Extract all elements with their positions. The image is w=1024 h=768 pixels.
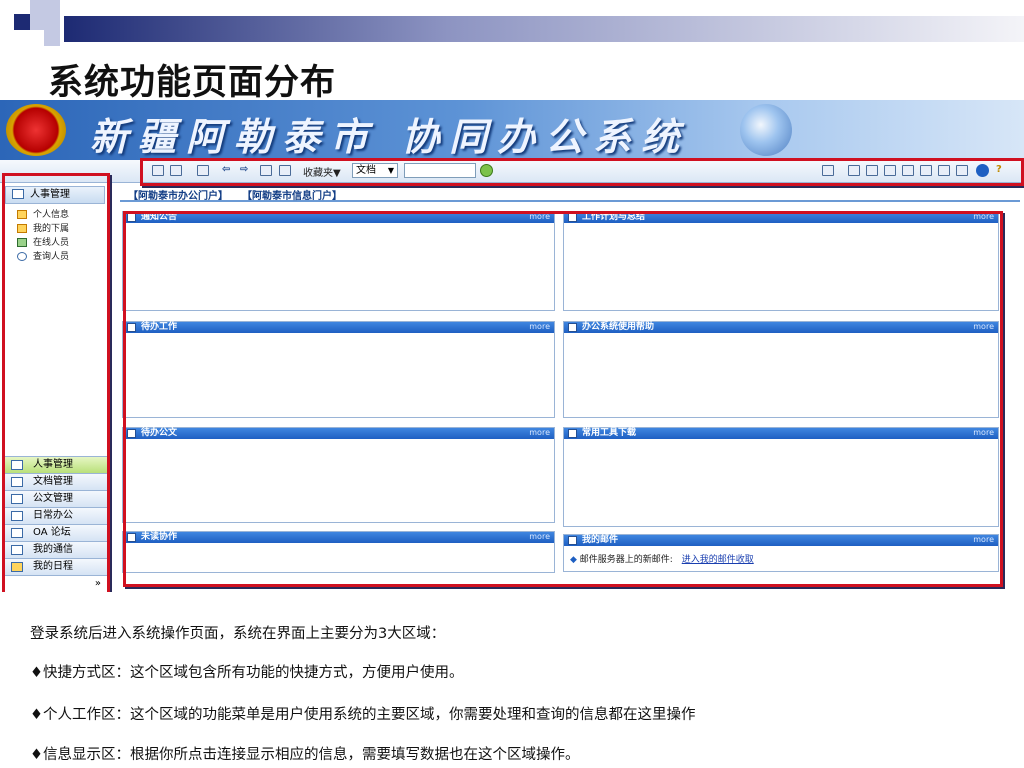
deco-square	[14, 14, 30, 30]
emblem-icon	[6, 104, 66, 156]
highlight-shortcut-area	[140, 158, 1024, 186]
globe-icon	[740, 104, 792, 156]
deco-square	[30, 0, 60, 30]
desc-line-3: ♦个人工作区：这个区域的功能菜单是用户使用系统的主要区域，你需要处理和查询的信息…	[30, 707, 696, 723]
portal-tabs: 【阿勒泰市办公门户】 【阿勒泰市信息门户】	[120, 184, 1020, 202]
desc-line-1: 登录系统后进入系统操作页面，系统在界面上主要分为3大区域：	[30, 626, 446, 642]
app-banner: 新疆阿勒泰市 协同办公系统	[0, 100, 1024, 160]
slide-title: 系统功能页面分布	[48, 63, 337, 103]
highlight-info-area	[123, 211, 1003, 587]
title-bar	[64, 16, 1024, 42]
highlight-personal-area	[2, 173, 110, 592]
desc-line-4: ♦信息显示区：根据你所点击连接显示相应的信息，需要填写数据也在这个区域操作。	[30, 747, 580, 763]
deco-square	[44, 30, 60, 46]
tab-office-portal[interactable]: 【阿勒泰市办公门户】	[128, 187, 228, 202]
tab-info-portal[interactable]: 【阿勒泰市信息门户】	[242, 187, 342, 202]
app-screenshot: 新疆阿勒泰市 协同办公系统 ⇦ ⇨ 收藏夹▼ 文档 ▼ ? 人事管理 个人信息 我…	[0, 100, 1024, 592]
banner-title: 新疆阿勒泰市 协同办公系统	[90, 114, 690, 159]
desc-line-2: ♦快捷方式区：这个区域包含所有功能的快捷方式，方便用户使用。	[30, 665, 464, 681]
